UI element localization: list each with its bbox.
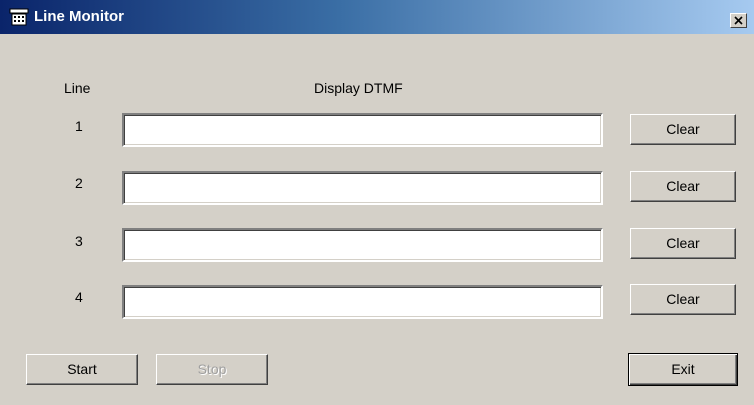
dtmf-display-line-4[interactable] — [122, 285, 603, 319]
line-monitor-window: Line Monitor Line Display DTMF 1 Clear 2… — [0, 0, 754, 405]
window-title: Line Monitor — [34, 8, 124, 25]
clear-button-line-2[interactable]: Clear — [630, 171, 736, 202]
clear-button-line-1[interactable]: Clear — [630, 114, 736, 145]
dtmf-display-line-3[interactable] — [122, 228, 603, 262]
clear-button-line-3[interactable]: Clear — [630, 228, 736, 259]
line-number-2: 2 — [75, 175, 83, 191]
title-bar[interactable]: Line Monitor — [0, 0, 754, 34]
line-number-4: 4 — [75, 289, 83, 305]
stop-button[interactable]: Stop — [156, 354, 268, 385]
telephone-icon — [9, 8, 29, 26]
exit-button[interactable]: Exit — [628, 353, 738, 386]
close-button[interactable] — [730, 13, 747, 28]
clear-button-line-4[interactable]: Clear — [630, 284, 736, 315]
close-icon — [734, 16, 743, 25]
line-number-3: 3 — [75, 233, 83, 249]
display-dtmf-header: Display DTMF — [314, 80, 403, 96]
start-button[interactable]: Start — [26, 354, 138, 385]
dtmf-display-line-1[interactable] — [122, 113, 603, 147]
line-column-header: Line — [64, 80, 91, 96]
line-number-1: 1 — [75, 118, 83, 134]
dtmf-display-line-2[interactable] — [122, 171, 603, 205]
